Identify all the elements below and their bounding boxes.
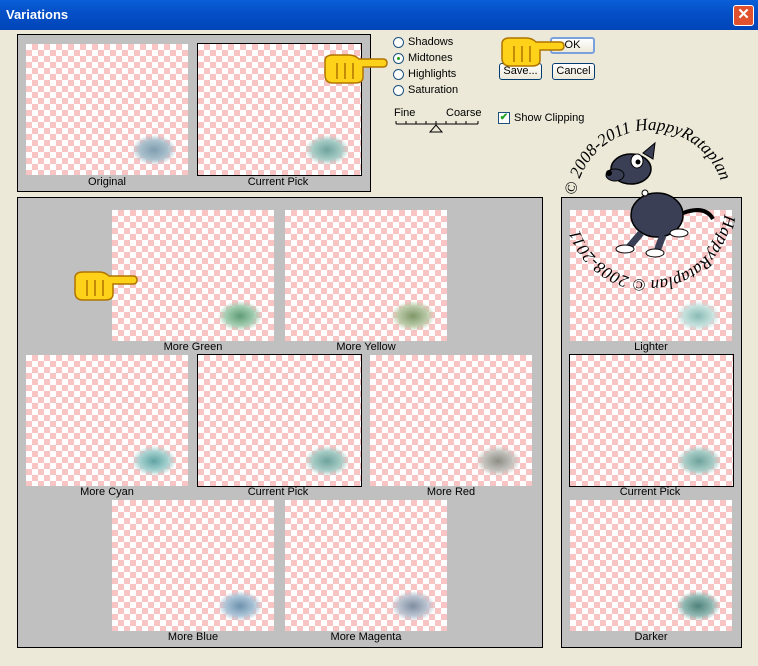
flower-image bbox=[132, 446, 176, 476]
more-yellow-thumbnail[interactable] bbox=[285, 210, 447, 341]
flower-image bbox=[305, 135, 349, 165]
more-yellow-label: More Yellow bbox=[336, 341, 396, 353]
darker-label: Darker bbox=[634, 631, 668, 643]
saturation-label: Saturation bbox=[408, 84, 459, 96]
flower-image bbox=[391, 301, 435, 331]
flower-image bbox=[677, 446, 721, 476]
cat-cartoon bbox=[605, 141, 715, 258]
darker-thumbnail[interactable] bbox=[570, 500, 732, 631]
more-cyan-thumbnail[interactable] bbox=[26, 355, 188, 486]
flower-image bbox=[132, 135, 176, 165]
flower-image bbox=[218, 301, 262, 331]
pointing-hand-icon bbox=[501, 37, 565, 67]
more-magenta-label: More Magenta bbox=[330, 631, 402, 643]
color-current-pick-label: Current Pick bbox=[247, 486, 309, 498]
original-thumbnail bbox=[26, 44, 188, 175]
title-bar[interactable]: Variations ✕ bbox=[0, 0, 758, 30]
fine-label: Fine bbox=[394, 107, 416, 119]
light-current-pick-thumbnail[interactable] bbox=[569, 354, 734, 487]
shadows-label: Shadows bbox=[408, 36, 454, 48]
radio-circle bbox=[393, 69, 404, 80]
pointing-hand-icon bbox=[324, 54, 388, 84]
show-clipping-checkbox[interactable]: ✔ bbox=[498, 112, 510, 124]
lighter-label: Lighter bbox=[634, 341, 668, 353]
radio-circle bbox=[393, 85, 404, 96]
more-blue-label: More Blue bbox=[167, 631, 219, 643]
midtones-label: Midtones bbox=[408, 52, 453, 64]
flower-image bbox=[476, 446, 520, 476]
more-green-label: More Green bbox=[163, 341, 223, 353]
highlights-label: Highlights bbox=[408, 68, 457, 80]
flower-image bbox=[218, 591, 262, 621]
current-pick-label: Current Pick bbox=[247, 176, 309, 188]
more-cyan-label: More Cyan bbox=[80, 486, 134, 498]
close-button[interactable]: ✕ bbox=[733, 5, 754, 26]
coarse-label: Coarse bbox=[446, 107, 482, 119]
radio-circle bbox=[393, 53, 404, 64]
fine-coarse-slider[interactable] bbox=[394, 119, 480, 133]
pointing-hand-icon bbox=[74, 271, 138, 301]
flower-image bbox=[676, 591, 720, 621]
more-blue-thumbnail[interactable] bbox=[112, 500, 274, 631]
slider-thumb bbox=[428, 124, 444, 133]
radio-circle bbox=[393, 37, 404, 48]
flower-image bbox=[676, 301, 720, 331]
light-current-pick-label: Current Pick bbox=[619, 486, 681, 498]
original-label: Original bbox=[88, 176, 126, 188]
more-magenta-thumbnail[interactable] bbox=[285, 500, 447, 631]
flower-image bbox=[305, 446, 349, 476]
close-icon: ✕ bbox=[737, 6, 750, 23]
watermark-logo: © 2008-2011 HappyRataplan HappyRataplan … bbox=[561, 115, 740, 295]
more-red-thumbnail[interactable] bbox=[370, 355, 532, 486]
more-red-label: More Red bbox=[426, 486, 476, 498]
window-title: Variations bbox=[6, 7, 69, 22]
flower-image bbox=[391, 591, 435, 621]
color-current-pick-thumbnail[interactable] bbox=[197, 354, 362, 487]
